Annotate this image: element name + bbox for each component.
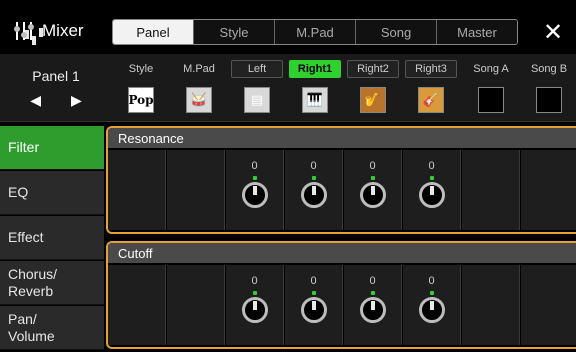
mixer-icon bbox=[14, 21, 43, 45]
parameter-slot[interactable]: 0 bbox=[226, 265, 284, 345]
part-label: Song A bbox=[473, 63, 509, 75]
part-m-pad[interactable]: M.Pad 🥁 bbox=[172, 60, 226, 120]
part-label: Right2 bbox=[347, 60, 399, 78]
parameter-slot[interactable]: 0 bbox=[285, 265, 343, 345]
tab-panel[interactable]: Panel bbox=[113, 20, 193, 44]
knob-icon[interactable] bbox=[417, 176, 447, 210]
parameter-slot[interactable]: 0 bbox=[403, 150, 461, 230]
part-label: Left bbox=[231, 60, 283, 78]
sidebar: Filter EQ Effect Chorus/ Reverb Pan/ Volume bbox=[0, 126, 104, 352]
grand-piano-icon[interactable]: 🎹 bbox=[302, 87, 328, 113]
knob-value: 0 bbox=[369, 160, 376, 172]
parameter-slot bbox=[108, 265, 166, 345]
part-style[interactable]: Style Pop bbox=[114, 60, 168, 120]
parameter-slot[interactable]: 0 bbox=[285, 150, 343, 230]
part-label: Style bbox=[128, 63, 154, 75]
acoustic-guitar-icon[interactable]: 🎸 bbox=[418, 87, 444, 113]
part-label: Song B bbox=[530, 63, 568, 75]
parameter-slot bbox=[108, 150, 166, 230]
tab-style[interactable]: Style bbox=[193, 20, 274, 44]
sidebar-item-chorus-reverb[interactable]: Chorus/ Reverb bbox=[0, 261, 104, 305]
empty-slot-icon[interactable] bbox=[536, 87, 562, 113]
parameter-slot[interactable]: 0 bbox=[226, 150, 284, 230]
group-title: Cutoff bbox=[108, 243, 576, 263]
drum-kit-icon[interactable]: 🥁 bbox=[186, 87, 212, 113]
part-right2[interactable]: Right2 🎷 bbox=[346, 60, 400, 120]
parameter-slot bbox=[167, 150, 225, 230]
knob-icon[interactable] bbox=[358, 176, 388, 210]
prev-panel-button[interactable]: ◀ bbox=[30, 92, 41, 109]
knob-value: 0 bbox=[428, 275, 435, 287]
knob-value: 0 bbox=[251, 275, 258, 287]
sidebar-item-eq[interactable]: EQ bbox=[0, 171, 104, 215]
sidebar-item-filter[interactable]: Filter bbox=[0, 126, 104, 170]
knob-value: 0 bbox=[251, 160, 258, 172]
sidebar-item-effect[interactable]: Effect bbox=[0, 216, 104, 260]
tab-song[interactable]: Song bbox=[355, 20, 436, 44]
parameter-slot[interactable]: 0 bbox=[403, 265, 461, 345]
knob-icon[interactable] bbox=[299, 176, 329, 210]
knob-value: 0 bbox=[310, 275, 317, 287]
part-right1[interactable]: Right1 🎹 bbox=[288, 60, 342, 120]
parameter-slot bbox=[462, 150, 520, 230]
part-label: Right3 bbox=[405, 60, 457, 78]
close-icon[interactable]: ✕ bbox=[538, 17, 568, 47]
parameter-slot[interactable]: 0 bbox=[344, 265, 402, 345]
next-panel-button[interactable]: ▶ bbox=[71, 92, 82, 109]
knob-icon[interactable] bbox=[417, 291, 447, 325]
resonance-group: Resonance 0 0 0 0 bbox=[106, 126, 576, 234]
part-row: Panel 1 ◀ ▶ Style Pop M.Pad 🥁 Left ▤ Right1 🎹 Ri… bbox=[0, 54, 576, 122]
pop-style-icon[interactable]: Pop bbox=[128, 87, 154, 113]
parameter-slot bbox=[521, 150, 576, 230]
parameter-slot[interactable]: 0 bbox=[344, 150, 402, 230]
knob-value: 0 bbox=[369, 275, 376, 287]
knob-icon[interactable] bbox=[240, 291, 270, 325]
tab-bar: Panel Style M.Pad Song Master bbox=[112, 19, 518, 45]
knob-icon[interactable] bbox=[299, 291, 329, 325]
knob-value: 0 bbox=[428, 160, 435, 172]
cutoff-group: Cutoff 0 0 0 0 bbox=[106, 241, 576, 349]
part-song-b[interactable]: Song B bbox=[522, 60, 576, 120]
sidebar-item-pan-volume[interactable]: Pan/ Volume bbox=[0, 306, 104, 350]
top-bar: Mixer Panel Style M.Pad Song Master ✕ bbox=[0, 0, 576, 54]
part-song-a[interactable]: Song A bbox=[464, 60, 518, 120]
panel-selector: Panel 1 ◀ ▶ bbox=[0, 54, 112, 122]
panel-name: Panel 1 bbox=[32, 67, 80, 84]
empty-slot-icon[interactable] bbox=[478, 87, 504, 113]
knob-icon[interactable] bbox=[358, 291, 388, 325]
part-right3[interactable]: Right3 🎸 bbox=[404, 60, 458, 120]
parameter-slot bbox=[167, 265, 225, 345]
parameter-slot bbox=[462, 265, 520, 345]
saxophone-icon[interactable]: 🎷 bbox=[360, 87, 386, 113]
knob-value: 0 bbox=[310, 160, 317, 172]
part-label: M.Pad bbox=[183, 63, 215, 75]
group-title: Resonance bbox=[108, 128, 576, 148]
app-title: Mixer bbox=[14, 20, 84, 45]
keyboard-icon[interactable]: ▤ bbox=[244, 87, 270, 113]
knob-icon[interactable] bbox=[240, 176, 270, 210]
app-title-text: Mixer bbox=[42, 21, 84, 40]
parameter-slot bbox=[521, 265, 576, 345]
tab-master[interactable]: Master bbox=[436, 20, 517, 44]
part-label: Right1 bbox=[289, 60, 341, 78]
tab-m-pad[interactable]: M.Pad bbox=[274, 20, 355, 44]
part-left[interactable]: Left ▤ bbox=[230, 60, 284, 120]
